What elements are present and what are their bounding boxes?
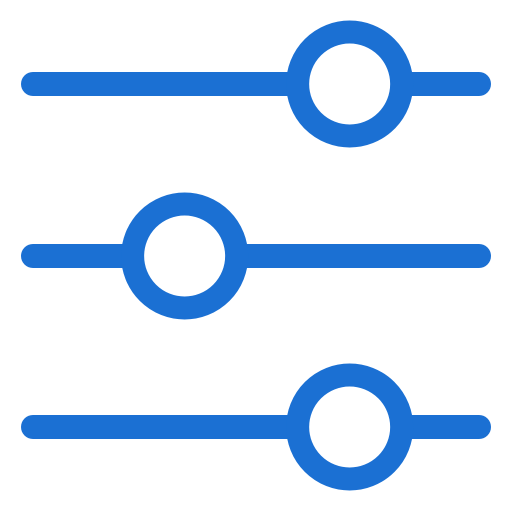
slider-row (21, 20, 491, 148)
slider-knob (286, 363, 414, 491)
slider-row (21, 363, 491, 491)
sliders-graphic (21, 20, 491, 491)
sliders-icon (0, 0, 512, 512)
slider-knob (121, 192, 249, 320)
slider-knob (286, 20, 414, 148)
slider-row (21, 192, 491, 320)
